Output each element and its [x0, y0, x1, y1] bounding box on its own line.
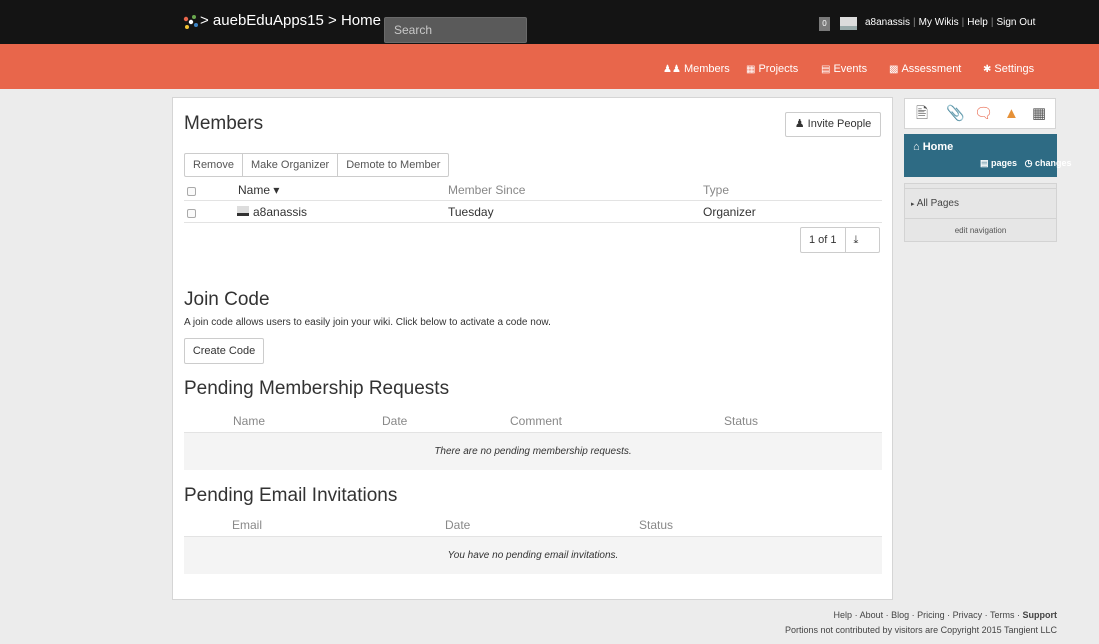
top-bar: > auebEduApps15 > Home 0 a8anassis|My Wi… [0, 0, 1099, 44]
home-icon: ⌂ [913, 141, 920, 153]
avatar[interactable] [840, 17, 857, 30]
comment-icon[interactable]: 🗨 [974, 106, 993, 121]
divider [184, 200, 882, 201]
members-icon: ♟♟ [663, 64, 681, 75]
assessment-icon: ▩ [889, 64, 899, 75]
page-icon[interactable]: 🖹 [916, 106, 928, 121]
footer-pricing-link[interactable]: Pricing [917, 610, 945, 620]
make-organizer-button[interactable]: Make Organizer [243, 154, 339, 176]
join-code-description: A join code allows users to easily join … [184, 317, 551, 328]
footer-blog-link[interactable]: Blog [891, 610, 909, 620]
my-wikis-link[interactable]: My Wikis [919, 17, 959, 28]
footer-help-link[interactable]: Help [834, 610, 853, 620]
clock-icon: ◷ [1024, 158, 1033, 168]
member-type: Organizer [703, 205, 756, 219]
page-icon: ▤ [980, 158, 989, 168]
column-name[interactable]: Name ▾ [238, 183, 279, 197]
column-status: Status [639, 518, 674, 532]
search-input[interactable] [384, 17, 527, 43]
sign-out-link[interactable]: Sign Out [996, 17, 1035, 28]
select-all-checkbox[interactable] [187, 187, 196, 196]
demote-to-member-button[interactable]: Demote to Member [338, 154, 448, 176]
divider [184, 222, 882, 223]
pending-requests-title: Pending Membership Requests [184, 378, 450, 399]
column-comment: Comment [510, 414, 563, 428]
nav-assessment[interactable]: ▩ Assessment [889, 63, 961, 75]
attachment-icon[interactable]: 📎 [946, 106, 965, 121]
member-since: Tuesday [448, 205, 494, 219]
join-code-title: Join Code [184, 289, 270, 310]
members-panel: Members ♟ Invite People Remove Make Orga… [172, 97, 893, 600]
column-email: Email [232, 518, 263, 532]
remove-button[interactable]: Remove [185, 154, 243, 176]
breadcrumb[interactable]: > auebEduApps15 > Home [200, 12, 381, 29]
member-actions: Remove Make Organizer Demote to Member [184, 153, 450, 177]
nav-settings[interactable]: ✱ Settings [983, 63, 1034, 75]
column-status: Status [724, 414, 759, 428]
pages-link[interactable]: ▤ pages [980, 158, 1017, 168]
row-checkbox[interactable] [187, 209, 196, 218]
column-type[interactable]: Type [703, 183, 729, 197]
footer-support-link[interactable]: Support [1023, 610, 1058, 620]
column-name: Name [233, 414, 266, 428]
no-invitations-message: You have no pending email invitations. [184, 537, 882, 574]
all-pages-link[interactable]: ▸ All Pages [911, 198, 959, 209]
download-icon[interactable]: ⤓ [846, 228, 867, 252]
wikispaces-logo-icon[interactable] [183, 14, 199, 30]
nav-events[interactable]: ▤ Events [821, 63, 867, 75]
help-link[interactable]: Help [967, 17, 988, 28]
sitemap-icon[interactable]: ▲ [1004, 106, 1019, 121]
wiki-nav-bar: ♟♟ Members ▦ Projects ▤ Events ▩ Assessment … [0, 44, 1099, 89]
user-links: a8anassis | My Wikis | Help | Sign Out [865, 17, 1036, 28]
edit-navigation-link[interactable]: edit navigation [905, 226, 1056, 235]
member-name[interactable]: a8anassis [253, 205, 307, 219]
page-tools: 🖹 📎 🗨 ▲ ▦ [904, 98, 1056, 129]
calendar-icon[interactable]: ▦ [1032, 106, 1046, 121]
invite-people-button[interactable]: ♟ Invite People [785, 112, 881, 137]
footer-links: Help · About · Blog · Pricing · Privacy … [833, 610, 1058, 620]
column-date: Date [445, 518, 471, 532]
pending-invitations-title: Pending Email Invitations [184, 485, 398, 506]
caret-right-icon: ▸ [911, 201, 915, 208]
projects-icon: ▦ [746, 64, 756, 75]
home-link[interactable]: ⌂ Home [913, 141, 953, 153]
create-code-button[interactable]: Create Code [184, 338, 264, 364]
divider [905, 184, 1056, 189]
avatar [237, 206, 249, 216]
footer-terms-link[interactable]: Terms [990, 610, 1015, 620]
footer-privacy-link[interactable]: Privacy [953, 610, 983, 620]
person-icon: ♟ [794, 118, 805, 130]
notification-badge[interactable]: 0 [819, 17, 830, 31]
home-actions: ▤ pages ◷ changes [980, 158, 1071, 169]
nav-members[interactable]: ♟♟ Members [663, 63, 730, 75]
divider [905, 218, 1056, 219]
changes-link[interactable]: ◷ changes [1025, 158, 1072, 168]
username-link[interactable]: a8anassis [865, 17, 910, 28]
no-requests-message: There are no pending membership requests… [184, 433, 882, 470]
pagination: 1 of 1 ⤓ [800, 227, 880, 253]
column-member-since[interactable]: Member Since [448, 183, 525, 197]
nav-projects[interactable]: ▦ Projects [746, 63, 798, 75]
members-title: Members [184, 113, 264, 134]
page-indicator[interactable]: 1 of 1 [801, 228, 846, 252]
copyright: Portions not contributed by visitors are… [785, 625, 1057, 635]
home-panel: ⌂ Home ▤ pages ◷ changes [904, 134, 1071, 177]
column-date: Date [382, 414, 408, 428]
footer-about-link[interactable]: About [860, 610, 884, 620]
events-icon: ▤ [821, 64, 831, 75]
settings-icon: ✱ [983, 64, 992, 75]
side-navigation: ▸ All Pages edit navigation [904, 183, 1057, 242]
